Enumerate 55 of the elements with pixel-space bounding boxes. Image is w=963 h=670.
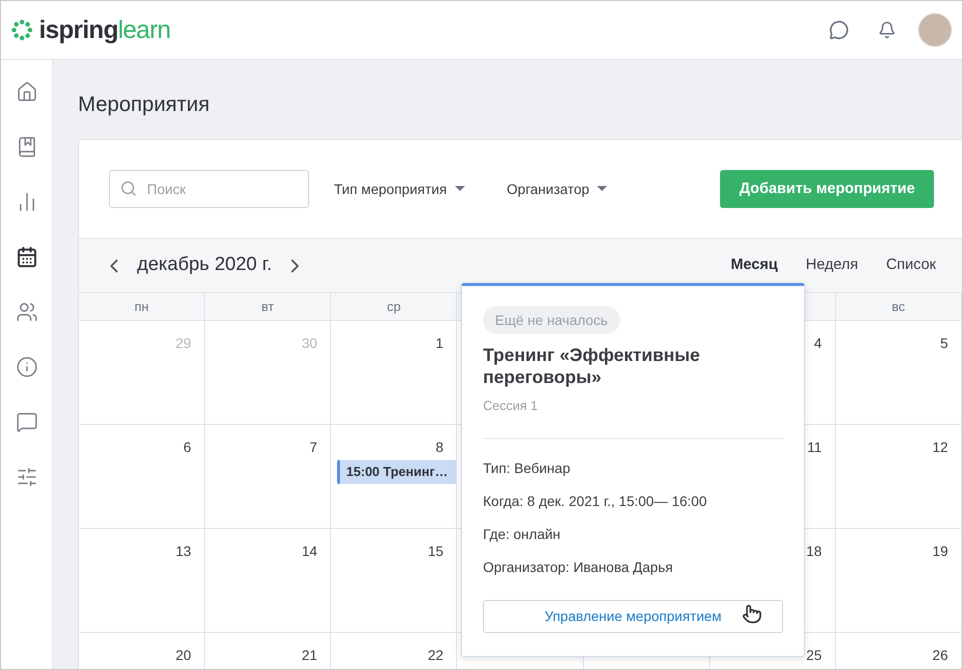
event-detail: Тип: Вебинар xyxy=(483,458,572,478)
day-number: 7 xyxy=(309,438,318,457)
day-number: 13 xyxy=(176,542,192,561)
logo-icon xyxy=(11,19,33,41)
day-number: 19 xyxy=(932,542,948,561)
filter-dropdown[interactable]: Организатор xyxy=(506,178,608,200)
hand-cursor-icon xyxy=(742,604,762,624)
info-icon[interactable] xyxy=(16,356,38,378)
event-title: Тренинг «Эффективные переговоры» xyxy=(483,344,701,388)
period-label: декабрь 2020 г. xyxy=(137,253,272,278)
day-number: 1 xyxy=(436,334,444,353)
day-number: 6 xyxy=(183,438,192,457)
day-number: 29 xyxy=(176,334,192,353)
page-title: Мероприятия xyxy=(78,92,211,118)
manage-event-button[interactable]: Управление мероприятием xyxy=(483,600,783,632)
day-number: 8 xyxy=(436,438,444,457)
notification-icon[interactable] xyxy=(878,21,896,39)
event-detail: Организатор: Иванова Дарья xyxy=(483,558,674,576)
event-detail: Когда: 8 дек. 2021 г., 15:00— 16:00 xyxy=(483,492,708,510)
caret-icon xyxy=(597,186,608,192)
weekday-label: вс xyxy=(892,298,906,316)
day-number: 15 xyxy=(428,542,444,561)
day-number: 25 xyxy=(806,646,822,665)
day-number: 18 xyxy=(806,542,822,561)
search-icon xyxy=(120,180,137,197)
weekday-label: пн xyxy=(134,298,149,316)
view-tab[interactable]: Месяц xyxy=(730,254,778,277)
day-number: 20 xyxy=(176,646,192,665)
session-label: Сессия 1 xyxy=(483,397,539,415)
view-tab[interactable]: Неделя xyxy=(806,254,858,277)
day-number: 26 xyxy=(932,646,948,665)
users-icon[interactable] xyxy=(16,301,38,323)
search-field[interactable]: Поиск xyxy=(109,170,309,208)
event-detail: Где: онлайн xyxy=(483,524,562,544)
status-badge: Ещё не началось xyxy=(483,306,620,334)
view-tab[interactable]: Список xyxy=(886,254,936,277)
day-number: 21 xyxy=(302,646,318,665)
day-number: 22 xyxy=(428,646,444,665)
calendar-icon[interactable] xyxy=(16,246,38,268)
chat-icon[interactable] xyxy=(829,20,849,40)
day-number: 14 xyxy=(302,542,318,561)
day-number: 5 xyxy=(940,334,948,353)
event-chip[interactable]: 15:00 Тренинг… xyxy=(337,460,456,484)
day-number: 30 xyxy=(302,334,318,353)
day-number: 12 xyxy=(932,438,948,457)
day-number: 11 xyxy=(807,438,822,457)
logo-wordmark: ispringlearn xyxy=(39,18,170,42)
day-number: 4 xyxy=(814,334,822,353)
home-icon[interactable] xyxy=(16,81,38,103)
sliders-icon[interactable] xyxy=(16,466,38,488)
caret-icon xyxy=(454,186,465,192)
weekday-label: вт xyxy=(261,298,274,316)
weekday-label: ср xyxy=(386,298,401,316)
speech-bubble-icon[interactable] xyxy=(16,411,38,433)
filter-dropdown[interactable]: Тип мероприятия xyxy=(334,178,465,200)
